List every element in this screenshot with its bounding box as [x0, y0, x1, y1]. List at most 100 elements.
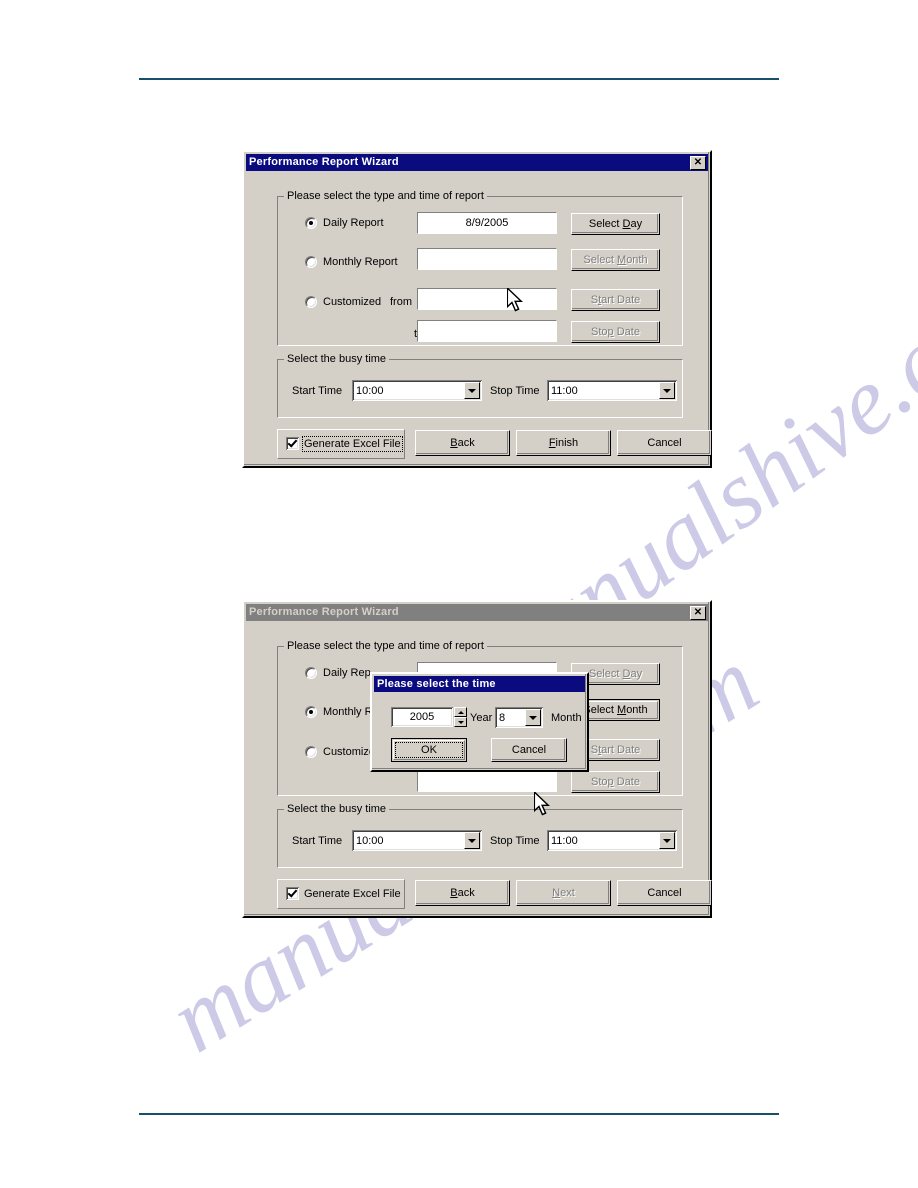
button-label-post: onth — [626, 254, 648, 266]
start-time-label-dialog-1: Start Time — [292, 385, 343, 397]
button-label-pre: S — [590, 294, 599, 306]
select-day-button-dialog-1[interactable]: Select Day — [571, 213, 660, 235]
generate-excel-checkbox-dialog-1[interactable]: Generate Excel File — [286, 435, 403, 452]
ok-button-inner-dialog[interactable]: OK — [391, 738, 467, 762]
from-date-field-dialog-1[interactable] — [417, 288, 557, 310]
button-label: Cancel — [647, 437, 682, 449]
radio-label: Monthly Report — [323, 256, 398, 268]
cancel-button-inner-dialog[interactable]: Cancel — [491, 738, 567, 762]
cancel-button-dialog-2[interactable]: Cancel — [617, 880, 712, 906]
chevron-down-icon[interactable] — [464, 382, 480, 399]
please-select-time-dialog[interactable]: Please select the time 2005 Year 8 Month… — [370, 672, 589, 772]
stop-time-combo-dialog-1[interactable]: 11:00 — [547, 380, 677, 401]
titlebar-dialog-2[interactable]: Performance Report Wizard ✕ — [246, 604, 708, 621]
button-label-post: onth — [626, 704, 648, 716]
close-icon[interactable]: ✕ — [690, 155, 706, 170]
radio-monthly-report-dialog-2[interactable]: Monthly R — [305, 706, 373, 718]
combo-value: 10:00 — [356, 834, 384, 847]
chevron-down-icon[interactable] — [659, 832, 675, 849]
button-label-pre: Sto — [591, 776, 608, 788]
start-time-combo-dialog-2[interactable]: 10:00 — [352, 830, 482, 851]
month-combo[interactable]: 8 — [495, 707, 543, 728]
stop-time-combo-dialog-2[interactable]: 11:00 — [547, 830, 677, 851]
button-label: Cancel — [647, 887, 682, 899]
inner-dialog-title: Please select the time — [377, 678, 496, 690]
button-label-pre: S — [590, 744, 599, 756]
cancel-button-dialog-1[interactable]: Cancel — [617, 430, 712, 456]
radio-label: Customize — [323, 746, 375, 758]
spinner-down-icon[interactable] — [454, 717, 467, 727]
chevron-down-icon[interactable] — [525, 709, 541, 726]
chevron-down-icon[interactable] — [464, 832, 480, 849]
mouse-cursor-dialog-2 — [534, 792, 550, 816]
start-date-button-dialog-1: Start Date — [571, 289, 660, 311]
radio-label: Monthly R — [323, 706, 373, 718]
group-busy-time-label: Select the busy time — [284, 803, 390, 815]
button-label-post: ack — [457, 887, 475, 899]
radio-icon — [305, 746, 317, 758]
checkbox-label: Generate Excel File — [304, 437, 401, 450]
radio-label: Daily Report — [323, 217, 384, 229]
button-label-post: ext — [560, 887, 575, 899]
radio-icon — [305, 256, 317, 268]
checkbox-icon — [286, 437, 299, 450]
year-spinner[interactable]: 2005 — [391, 707, 467, 727]
radio-icon — [305, 296, 317, 308]
radio-daily-report-dialog-1[interactable]: Daily Report — [305, 217, 384, 229]
generate-excel-checkbox-dialog-2[interactable]: Generate Excel File — [286, 887, 401, 900]
button-label-pre: Select — [588, 218, 623, 230]
button-label: Cancel — [511, 744, 547, 756]
to-date-field-dialog-1[interactable] — [417, 320, 557, 342]
next-button-dialog-2: Next — [516, 880, 611, 906]
page-footer-rule — [139, 1113, 779, 1115]
month-value: 8 — [499, 711, 506, 724]
year-spin-arrows[interactable] — [454, 707, 467, 727]
back-button-dialog-2[interactable]: Back — [415, 880, 510, 906]
group-report-type-label: Please select the type and time of repor… — [284, 640, 487, 652]
year-label: Year — [470, 712, 493, 724]
button-label-pre: Select — [588, 668, 623, 680]
close-icon[interactable]: ✕ — [690, 605, 706, 620]
button-accel: M — [617, 704, 627, 716]
button-accel: B — [450, 887, 458, 899]
radio-daily-report-dialog-2[interactable]: Daily Rep — [305, 667, 371, 679]
finish-button-dialog-1[interactable]: Finish — [516, 430, 611, 456]
button-label-post: ack — [457, 437, 475, 449]
group-busy-time-label: Select the busy time — [284, 353, 390, 365]
radio-monthly-report-dialog-1[interactable]: Monthly Report — [305, 256, 398, 268]
titlebar-dialog-1[interactable]: Performance Report Wizard ✕ — [246, 154, 708, 171]
back-button-dialog-1[interactable]: Back — [415, 430, 510, 456]
year-field[interactable]: 2005 — [391, 707, 453, 727]
start-time-combo-dialog-1[interactable]: 10:00 — [352, 380, 482, 401]
checkbox-icon — [286, 887, 299, 900]
chevron-down-icon[interactable] — [659, 382, 675, 399]
radio-icon — [305, 706, 317, 718]
daily-date-field-dialog-1[interactable]: 8/9/2005 — [417, 212, 557, 234]
button-label-post: art Date — [601, 294, 641, 306]
button-accel: N — [552, 887, 561, 899]
stop-time-label-dialog-2: Stop Time — [490, 835, 540, 847]
dialog-2-title: Performance Report Wizard — [249, 606, 399, 618]
button-accel: B — [450, 437, 458, 449]
spinner-up-icon[interactable] — [454, 707, 467, 717]
titlebar-inner-dialog[interactable]: Please select the time — [374, 676, 585, 692]
button-label-post: ay — [630, 218, 643, 230]
monthly-date-field-dialog-1[interactable] — [417, 248, 557, 270]
to-date-field-dialog-2[interactable] — [417, 770, 557, 792]
radio-customized-dialog-1[interactable]: Customized — [305, 296, 381, 308]
stop-date-button-dialog-1: Stop Date — [571, 321, 660, 343]
radio-label: Customized — [323, 296, 382, 308]
start-time-label-dialog-2: Start Time — [292, 835, 343, 847]
stop-time-label-dialog-1: Stop Time — [490, 385, 540, 397]
dialog-1-title: Performance Report Wizard — [249, 156, 399, 168]
radio-icon — [305, 217, 317, 229]
radio-customized-dialog-2[interactable]: Customize — [305, 746, 375, 758]
button-label-pre: Sto — [591, 326, 608, 338]
button-label-post: Date — [613, 776, 640, 788]
combo-value: 11:00 — [551, 834, 578, 847]
performance-report-wizard-dialog-2[interactable]: Performance Report Wizard ✕ Please selec… — [242, 600, 712, 918]
button-label-pre: Select — [583, 254, 618, 266]
button-label-post: inish — [555, 437, 579, 449]
combo-value: 11:00 — [551, 384, 578, 397]
performance-report-wizard-dialog-1[interactable]: Performance Report Wizard ✕ Please selec… — [242, 150, 712, 468]
